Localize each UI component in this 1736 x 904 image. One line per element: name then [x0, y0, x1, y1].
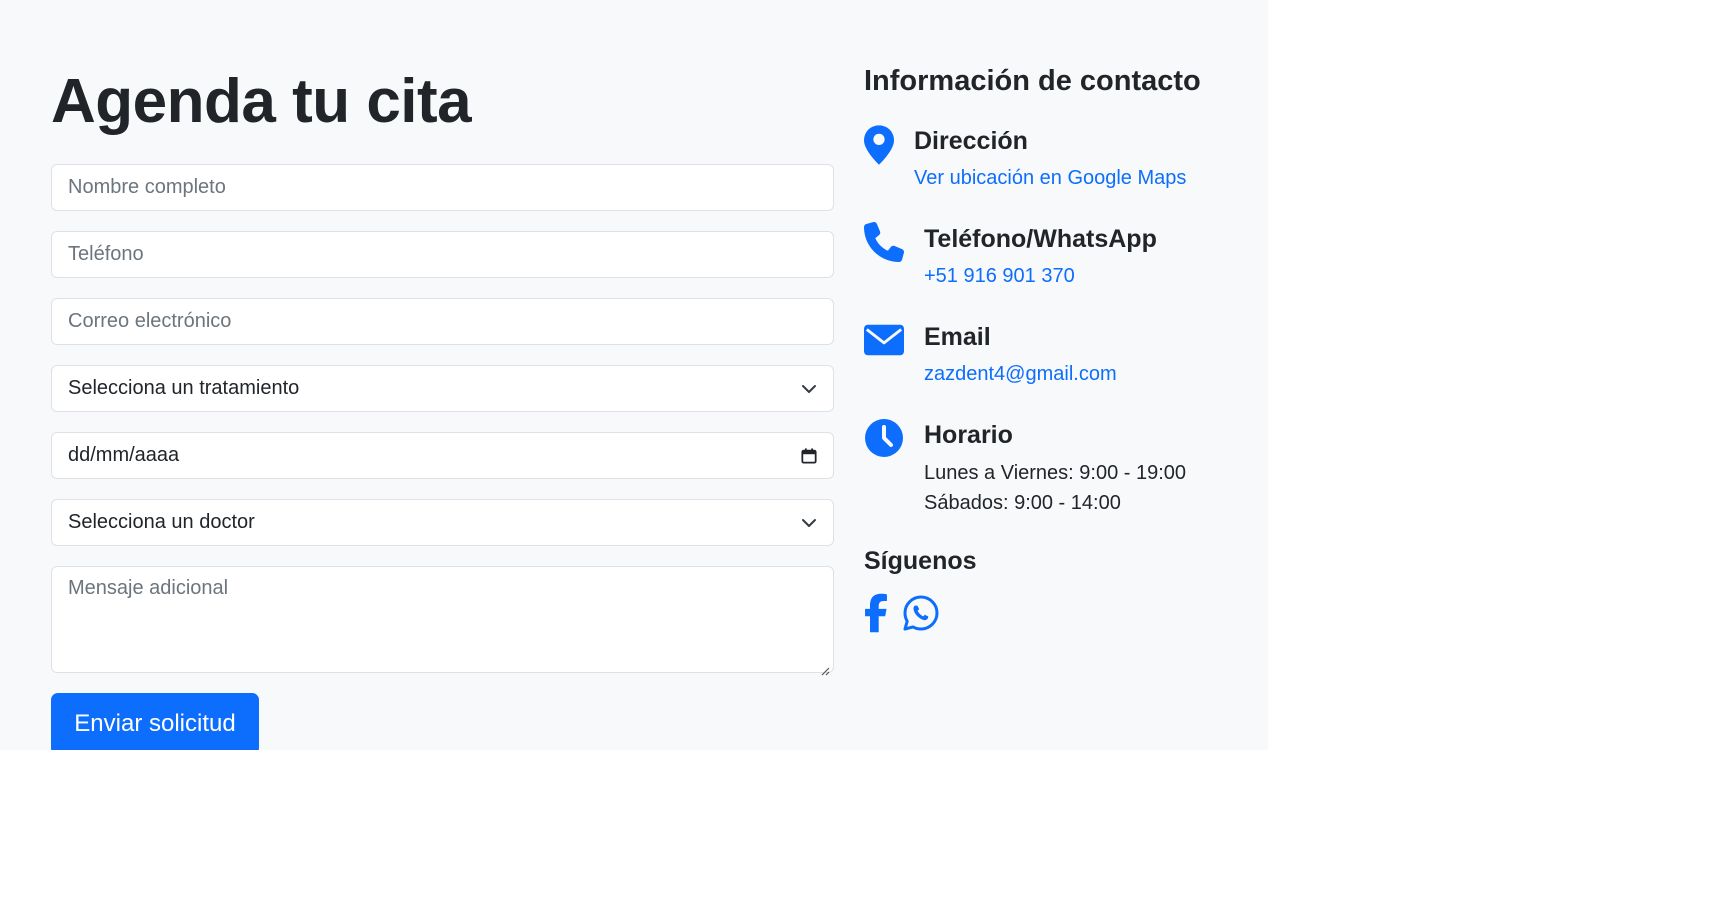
hours-weekdays: Lunes a Viernes: 9:00 - 19:00 — [924, 462, 1187, 484]
date-input[interactable]: dd/mm/aaaa — [51, 432, 834, 479]
treatment-select-value: Selecciona un tratamiento — [68, 377, 300, 399]
message-textarea[interactable] — [68, 577, 817, 662]
contact-info: Información de contacto Dirección Ver ub… — [864, 62, 1244, 634]
chevron-down-icon — [801, 515, 817, 531]
social-links — [864, 592, 1244, 634]
calendar-icon[interactable] — [801, 447, 817, 464]
phone-field-wrapper — [51, 231, 834, 278]
map-pin-icon — [864, 124, 894, 165]
email-field-wrapper — [51, 298, 834, 345]
hours-heading: Horario — [924, 421, 1013, 449]
clock-icon — [864, 418, 904, 458]
resize-grip-icon[interactable] — [820, 659, 830, 676]
phone-link[interactable]: +51 916 901 370 — [924, 262, 1157, 290]
email-heading: Email — [924, 323, 991, 351]
contact-address-body: Dirección Ver ubicación en Google Maps — [914, 124, 1186, 192]
contact-hours: Horario Lunes a Viernes: 9:00 - 19:00 Sá… — [864, 418, 1244, 518]
phone-heading: Teléfono/WhatsApp — [924, 225, 1157, 253]
phone-input[interactable] — [68, 232, 817, 277]
contact-hours-body: Horario Lunes a Viernes: 9:00 - 19:00 Sá… — [924, 418, 1186, 518]
appointment-form: Agenda tu cita Selecciona un tratamiento… — [51, 60, 834, 750]
email-link[interactable]: zazdent4@gmail.com — [924, 360, 1117, 388]
appointment-section: Agenda tu cita Selecciona un tratamiento… — [0, 0, 1268, 750]
hours-saturday: Sábados: 9:00 - 14:00 — [924, 492, 1121, 514]
address-heading: Dirección — [914, 127, 1028, 155]
email-input[interactable] — [68, 299, 817, 344]
whatsapp-icon[interactable] — [902, 594, 940, 632]
google-maps-link[interactable]: Ver ubicación en Google Maps — [914, 164, 1186, 192]
submit-button[interactable]: Enviar solicitud — [51, 693, 259, 750]
doctor-select[interactable]: Selecciona un doctor — [51, 499, 834, 546]
envelope-icon — [864, 320, 904, 360]
contact-email: Email zazdent4@gmail.com — [864, 320, 1244, 388]
date-input-value: dd/mm/aaaa — [68, 444, 180, 466]
contact-phone-body: Teléfono/WhatsApp +51 916 901 370 — [924, 222, 1157, 290]
social-title: Síguenos — [864, 547, 977, 575]
message-field-wrapper — [51, 566, 834, 676]
treatment-select[interactable]: Selecciona un tratamiento — [51, 365, 834, 412]
contact-title: Información de contacto — [864, 65, 1201, 97]
contact-phone: Teléfono/WhatsApp +51 916 901 370 — [864, 222, 1244, 290]
name-field-wrapper — [51, 164, 834, 211]
contact-address: Dirección Ver ubicación en Google Maps — [864, 124, 1244, 192]
doctor-select-value: Selecciona un doctor — [68, 511, 255, 533]
chevron-down-icon — [801, 381, 817, 397]
phone-icon — [864, 222, 904, 262]
name-input[interactable] — [68, 165, 817, 210]
page-title: Agenda tu cita — [51, 67, 472, 136]
facebook-icon[interactable] — [864, 592, 888, 634]
contact-email-body: Email zazdent4@gmail.com — [924, 320, 1117, 388]
